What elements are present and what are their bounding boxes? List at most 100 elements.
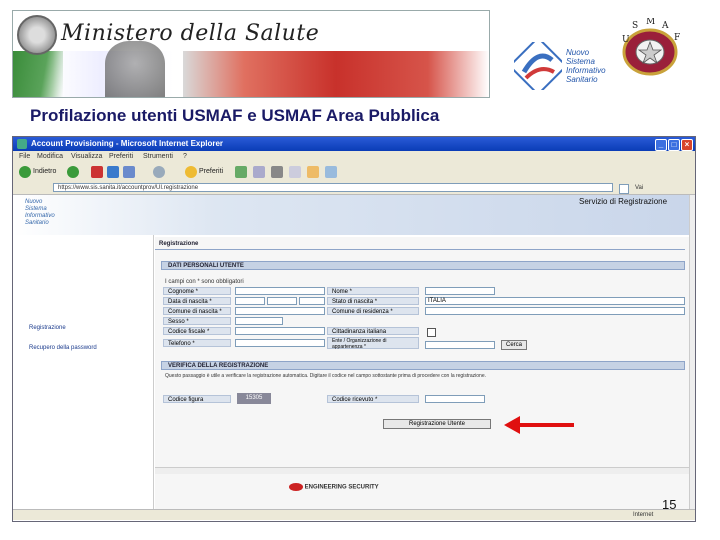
nome-input[interactable] [425, 287, 495, 295]
cittadinanza-label: Cittadinanza italiana [327, 327, 419, 335]
engineering-logo-icon [289, 483, 303, 491]
search-icon[interactable] [153, 166, 165, 178]
left-navigation: Registrazione Recupero della password [13, 235, 154, 515]
stato-nascita-select[interactable]: ITALIA [425, 297, 685, 305]
status-zone: Internet [633, 512, 654, 518]
ministry-banner: Ministero della Salute [12, 10, 490, 98]
page-logo-line-4: Sanitario [25, 220, 49, 226]
personal-data-header: DATI PERSONALI UTENTE [161, 261, 685, 270]
telefono-input[interactable] [235, 339, 325, 347]
year-select[interactable] [299, 297, 325, 305]
address-bar: https://www.sis.sanita.it/accountprov/UI… [13, 182, 695, 195]
menu-strumenti[interactable]: Strumenti [143, 151, 173, 162]
republic-emblem-icon [17, 15, 57, 55]
go-button[interactable]: Vai [635, 182, 643, 194]
history-icon[interactable] [235, 166, 247, 178]
page-logo-line-3: Informativo [25, 213, 55, 219]
ente-input[interactable] [425, 341, 495, 349]
browser-toolbar: Indietro Preferiti [13, 162, 695, 183]
cognome-input[interactable] [235, 287, 325, 295]
mail-icon[interactable] [253, 166, 265, 178]
codice-ricevuto-label: Codice ricevuto * [327, 395, 419, 403]
ie-logo-icon [17, 139, 27, 149]
browser-statusbar: Internet [13, 509, 695, 520]
statue-image [105, 41, 165, 97]
italian-flag-red [183, 51, 489, 97]
browser-window: Account Provisioning - Microsoft Interne… [12, 136, 696, 522]
svg-text:F: F [674, 33, 680, 43]
comune-residenza-select[interactable] [425, 307, 685, 315]
favorites-icon[interactable] [185, 166, 197, 178]
codice-fiscale-label: Codice fiscale * [163, 327, 231, 335]
minimize-button[interactable]: _ [655, 139, 667, 151]
page-logo-line-2: Sistema [25, 206, 47, 212]
favorites-label[interactable]: Preferiti [199, 168, 223, 175]
cognome-label: Cognome * [163, 287, 231, 295]
red-arrow-icon [504, 416, 574, 434]
registrazione-utente-button[interactable]: Registrazione Utente [383, 419, 491, 429]
comune-nascita-label: Comune di nascita * [163, 307, 231, 315]
codice-figura-label: Codice figura [163, 395, 231, 403]
refresh-icon[interactable] [107, 166, 119, 178]
address-dropdown-icon[interactable] [619, 184, 629, 194]
comune-residenza-label: Comune di residenza * [327, 307, 419, 315]
day-select[interactable] [235, 297, 265, 305]
svg-text:S: S [632, 21, 638, 31]
menu-file[interactable]: File [19, 151, 30, 162]
browser-title: Account Provisioning - Microsoft Interne… [31, 139, 224, 148]
page-logo-line-1: Nuovo [25, 199, 43, 205]
sesso-select[interactable] [235, 317, 283, 325]
month-select[interactable] [267, 297, 297, 305]
nsis-line-2: Sistema [566, 57, 595, 66]
form-title: Registrazione [159, 241, 199, 247]
browser-menubar: File Modifica Visualizza Preferiti Strum… [13, 151, 695, 162]
stato-nascita-label: Stato di nascita * [327, 297, 419, 305]
codice-fiscale-input[interactable] [235, 327, 325, 335]
page-nsis-logo: Nuovo Sistema Informativo Sanitario [25, 199, 95, 229]
nav-link-recupero-password[interactable]: Recupero della password [29, 345, 97, 351]
print-icon[interactable] [271, 166, 283, 178]
svg-text:A: A [661, 21, 669, 31]
folder-icon[interactable] [307, 166, 319, 178]
close-button[interactable]: × [681, 139, 693, 151]
browser-titlebar: Account Provisioning - Microsoft Interne… [13, 137, 695, 151]
address-input[interactable]: https://www.sis.sanita.it/accountprov/UI… [53, 183, 613, 192]
cerca-button[interactable]: Cerca [501, 340, 527, 350]
horizontal-scrollbar[interactable] [155, 467, 689, 474]
codice-ricevuto-input[interactable] [425, 395, 485, 403]
menu-visualizza[interactable]: Visualizza [71, 151, 102, 162]
footer-brand: ENGINEERING SECURITY [289, 483, 379, 491]
menu-modifica[interactable]: Modifica [37, 151, 63, 162]
nsis-line-1: Nuovo [566, 48, 590, 57]
nav-link-registrazione[interactable]: Registrazione [29, 325, 66, 331]
forward-icon[interactable] [67, 166, 79, 178]
svg-text:U: U [622, 35, 630, 45]
messenger-icon[interactable] [325, 166, 337, 178]
footer-brand-name: ENGINEERING SECURITY [304, 484, 379, 491]
vertical-scrollbar[interactable] [689, 195, 695, 515]
home-icon[interactable] [123, 166, 135, 178]
sesso-label: Sesso * [163, 317, 231, 325]
svg-text:M: M [646, 18, 655, 27]
menu-preferiti[interactable]: Preferiti [109, 151, 133, 162]
nsis-logo-icon [514, 42, 562, 90]
slide-title: Profilazione utenti USMAF e USMAF Area P… [30, 106, 440, 125]
usmaf-seal-icon: U S M A F [622, 18, 680, 76]
data-nascita-label: Data di nascita * [163, 297, 231, 305]
menu-help[interactable]: ? [183, 151, 187, 162]
service-label: Servizio di Registrazione [579, 197, 668, 206]
ente-label: Ente / Organizzazione di appartenenza * [327, 337, 419, 350]
nsis-line-3: Informativo [566, 66, 606, 75]
comune-nascita-select[interactable] [235, 307, 325, 315]
nsis-line-4: Sanitario [566, 75, 598, 84]
back-icon[interactable] [19, 166, 31, 178]
maximize-button[interactable]: □ [668, 139, 680, 151]
edit-icon[interactable] [289, 166, 301, 178]
cittadinanza-checkbox[interactable] [427, 328, 436, 337]
stop-icon[interactable] [91, 166, 103, 178]
divider [155, 249, 685, 250]
security-note: Questo passaggio è utile a verificare la… [165, 373, 487, 379]
ministry-logo-title: Ministero della Salute [61, 21, 320, 46]
nome-label: Nome * [327, 287, 419, 295]
back-label[interactable]: Indietro [33, 168, 56, 175]
